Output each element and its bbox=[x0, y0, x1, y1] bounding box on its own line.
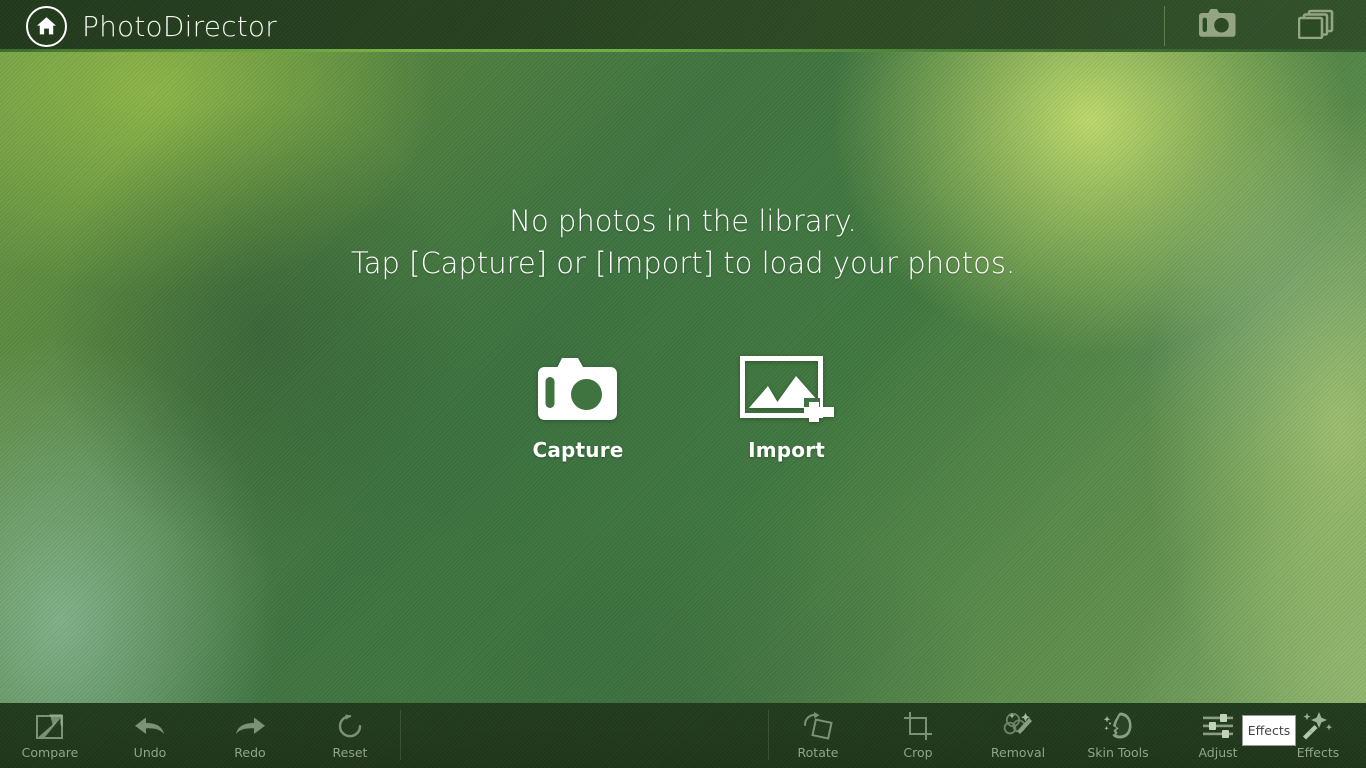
bottom-toolbar: Compare Undo Redo Reset Rotate Crop Remo… bbox=[0, 703, 1366, 768]
effects-tooltip: Effects bbox=[1242, 715, 1296, 746]
reset-label: Reset bbox=[332, 745, 368, 760]
empty-message-line-2: Tap [Capture] or [Import] to load your p… bbox=[350, 246, 1016, 280]
redo-label: Redo bbox=[234, 745, 266, 760]
image-add-icon bbox=[739, 356, 834, 424]
adjust-label: Adjust bbox=[1198, 745, 1238, 760]
import-label: Import bbox=[748, 438, 826, 462]
crop-button[interactable]: Crop bbox=[868, 703, 968, 768]
effects-label: Effects bbox=[1296, 745, 1340, 760]
compare-button[interactable]: Compare bbox=[0, 703, 100, 768]
face-profile-icon bbox=[1102, 711, 1134, 741]
rotate-label: Rotate bbox=[797, 745, 839, 760]
removal-button[interactable]: Removal bbox=[968, 703, 1068, 768]
header-library-button[interactable] bbox=[1266, 0, 1366, 52]
crop-label: Crop bbox=[903, 745, 933, 760]
library-icon bbox=[1297, 9, 1335, 44]
header-divider bbox=[1164, 6, 1165, 46]
capture-button[interactable]: Capture bbox=[532, 356, 623, 462]
skin-tools-label: Skin Tools bbox=[1087, 745, 1149, 760]
app-window: PhotoDirector No photos in the library. … bbox=[0, 0, 1366, 768]
app-header: PhotoDirector bbox=[0, 0, 1366, 52]
rotate-icon bbox=[802, 711, 834, 741]
brand[interactable]: PhotoDirector bbox=[0, 5, 277, 47]
home-icon[interactable] bbox=[26, 5, 67, 47]
rotate-button[interactable]: Rotate bbox=[768, 703, 868, 768]
skin-tools-button[interactable]: Skin Tools bbox=[1068, 703, 1168, 768]
header-capture-button[interactable] bbox=[1167, 0, 1267, 52]
removal-label: Removal bbox=[990, 745, 1046, 760]
magic-wand-icon bbox=[1301, 711, 1335, 741]
camera-icon bbox=[1198, 9, 1236, 43]
toolbar-divider-left bbox=[400, 710, 401, 760]
crop-icon bbox=[903, 711, 933, 741]
reset-button[interactable]: Reset bbox=[300, 703, 400, 768]
magic-removal-icon bbox=[1002, 711, 1034, 741]
redo-arrow-icon bbox=[234, 711, 266, 741]
undo-label: Undo bbox=[133, 745, 167, 760]
import-button[interactable]: Import bbox=[739, 356, 834, 462]
action-buttons: Capture Import bbox=[532, 356, 834, 462]
header-accent-line bbox=[0, 49, 1366, 52]
sliders-icon bbox=[1202, 711, 1234, 741]
undo-button[interactable]: Undo bbox=[100, 703, 200, 768]
app-title: PhotoDirector bbox=[82, 9, 277, 43]
undo-arrow-icon bbox=[134, 711, 166, 741]
capture-label: Capture bbox=[532, 438, 624, 462]
reset-circle-icon bbox=[336, 711, 364, 741]
camera-icon bbox=[538, 356, 618, 424]
library-empty-state: No photos in the library. Tap [Capture] … bbox=[0, 52, 1366, 703]
empty-message: No photos in the library. Tap [Capture] … bbox=[351, 200, 1015, 284]
redo-button[interactable]: Redo bbox=[200, 703, 300, 768]
toolbar-group-left: Compare Undo Redo Reset bbox=[0, 703, 400, 768]
toolbar-divider-right bbox=[768, 710, 769, 760]
compare-label: Compare bbox=[21, 745, 79, 760]
compare-icon bbox=[35, 711, 65, 741]
empty-message-line-1: No photos in the library. bbox=[509, 204, 857, 238]
